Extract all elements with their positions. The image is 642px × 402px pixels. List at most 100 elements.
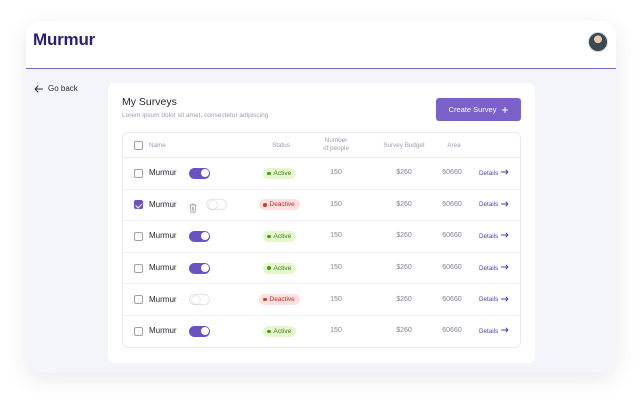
area-code: 60660	[442, 295, 462, 303]
header-name: Name	[149, 141, 166, 149]
row-name: Murmur	[149, 231, 177, 241]
status-badge: Active	[263, 262, 297, 274]
avatar[interactable]	[588, 32, 608, 52]
arrow-right-icon	[501, 169, 509, 177]
status-badge: Active	[263, 230, 297, 242]
survey-budget: $260	[396, 295, 412, 303]
plus-icon	[502, 106, 509, 113]
status-dot	[267, 171, 271, 176]
status-toggle[interactable]	[189, 325, 210, 337]
people-count: 150	[330, 327, 342, 335]
surveys-table: Name Status Number of people Survey Budg…	[122, 132, 521, 348]
header-area: Area	[447, 141, 461, 149]
status-badge: Deactive	[259, 199, 300, 211]
area-code: 60660	[442, 327, 462, 335]
go-back-link[interactable]: Go back	[34, 84, 78, 93]
details-link[interactable]: Details	[479, 327, 509, 335]
row-checkbox[interactable]	[134, 200, 143, 210]
survey-budget: $260	[396, 169, 412, 177]
arrow-left-icon	[34, 85, 43, 92]
create-survey-button[interactable]: Create Survey	[436, 98, 521, 121]
table-row: Murmur Active 150 $260 60660 Details	[123, 221, 520, 253]
table-row: Murmur Deactive 150 $260 60660 Details	[123, 190, 520, 222]
status-label: Deactive	[269, 201, 295, 209]
status-badge: Active	[263, 325, 297, 337]
details-label: Details	[479, 232, 499, 240]
arrow-right-icon	[501, 232, 509, 240]
details-label: Details	[479, 264, 499, 272]
header-people-line2: of people	[323, 145, 349, 152]
status-dot	[267, 329, 271, 334]
arrow-right-icon	[501, 201, 509, 209]
page-subtitle: Lorem ipsum dolor sit amet, consectetur …	[122, 112, 269, 119]
status-label: Deactive	[269, 296, 295, 304]
header-budget: Survey Budget	[383, 141, 425, 149]
toggle-knob	[200, 232, 209, 241]
survey-budget: $260	[396, 264, 412, 272]
row-name: Murmur	[149, 294, 177, 304]
people-count: 150	[330, 264, 342, 272]
details-label: Details	[479, 327, 499, 335]
toggle-knob	[208, 201, 217, 210]
select-all-checkbox[interactable]	[134, 141, 143, 150]
header-people-line1: Number	[324, 137, 348, 144]
people-count: 150	[330, 295, 342, 303]
row-name: Murmur	[149, 168, 177, 178]
area-code: 60660	[442, 232, 462, 240]
area-code: 60660	[442, 264, 462, 272]
survey-budget: $260	[396, 327, 412, 335]
top-bar: Murmur	[26, 21, 616, 69]
row-checkbox[interactable]	[134, 295, 143, 305]
row-checkbox[interactable]	[134, 231, 143, 241]
details-link[interactable]: Details	[479, 232, 509, 240]
table-row: Murmur Active 150 $260 60660 Details	[123, 158, 520, 190]
status-toggle[interactable]	[189, 230, 210, 242]
trash-icon[interactable]	[189, 200, 197, 218]
status-badge: Active	[263, 167, 297, 179]
people-count: 150	[330, 232, 342, 240]
status-label: Active	[273, 232, 292, 240]
details-link[interactable]: Details	[479, 201, 509, 209]
status-label: Active	[273, 169, 292, 177]
survey-budget: $260	[396, 232, 412, 240]
row-checkbox[interactable]	[134, 168, 143, 178]
go-back-label: Go back	[48, 84, 78, 93]
details-label: Details	[479, 169, 499, 177]
logo: Murmur	[33, 30, 96, 49]
details-link[interactable]: Details	[479, 169, 509, 177]
create-survey-label: Create Survey	[448, 105, 497, 114]
row-checkbox[interactable]	[134, 263, 143, 273]
status-dot	[263, 203, 267, 207]
status-dot	[267, 234, 271, 239]
details-link[interactable]: Details	[479, 296, 509, 304]
table-row: Murmur Active 150 $260 60660 Details	[123, 316, 520, 347]
row-name: Murmur	[149, 326, 177, 336]
area-code: 60660	[442, 169, 462, 177]
row-checkbox[interactable]	[134, 326, 143, 336]
status-label: Active	[273, 264, 292, 272]
survey-budget: $260	[396, 200, 412, 208]
status-toggle[interactable]	[189, 294, 210, 306]
arrow-right-icon	[501, 296, 509, 304]
header-status: Status	[272, 141, 290, 149]
status-label: Active	[273, 327, 292, 335]
toggle-knob	[200, 169, 209, 178]
people-count: 150	[330, 169, 342, 177]
status-toggle[interactable]	[189, 167, 210, 179]
page-title: My Surveys	[122, 96, 177, 108]
row-name: Murmur	[149, 199, 177, 209]
details-label: Details	[479, 296, 499, 304]
table-row: Murmur Active 150 $260 60660 Details	[123, 253, 520, 285]
surveys-card: My Surveys Lorem ipsum dolor sit amet, c…	[108, 83, 535, 363]
status-toggle[interactable]	[189, 262, 210, 274]
status-dot	[267, 266, 271, 270]
toggle-knob	[191, 296, 200, 305]
arrow-right-icon	[501, 327, 509, 335]
people-count: 150	[330, 200, 342, 208]
details-link[interactable]: Details	[479, 264, 509, 272]
area-code: 60660	[442, 200, 462, 208]
status-toggle[interactable]	[206, 199, 227, 211]
toggle-knob	[200, 264, 209, 273]
status-dot	[263, 297, 267, 302]
table-header: Name Status Number of people Survey Budg…	[123, 133, 520, 158]
